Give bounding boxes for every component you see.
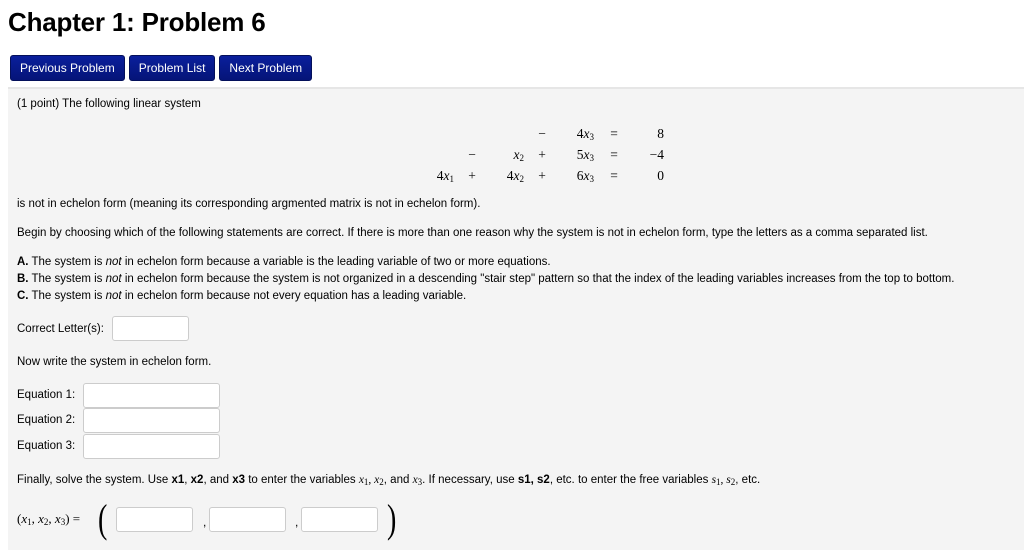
tuple-label: (x1, x2, x3) = [17,511,81,527]
page-title: Chapter 1: Problem 6 [8,7,266,37]
system-equation-row: − 4x3 = 8 [420,123,664,144]
problem-navigation: Previous Problem Problem List Next Probl… [10,55,313,81]
equation-1-label: Equation 1: [17,389,76,401]
term-x3: 6x3 [576,168,594,184]
option-c: C. The system is not in echelon form bec… [17,290,467,302]
solve-instructions: Finally, solve the system. Use x1, x2, a… [17,474,761,487]
problem-panel: (1 point) The following linear system −4… [8,87,1024,550]
equation-3-label: Equation 3: [17,440,76,452]
rhs-value: −4 [649,147,664,162]
comma-separator: , [203,515,207,529]
x1-answer-input[interactable] [116,507,193,532]
term-x3: 5x3 [576,147,594,163]
rhs-value: 8 [657,126,664,141]
term-x2 [490,123,524,144]
term-x1 [420,123,454,144]
problem-list-button[interactable]: Problem List [128,55,216,81]
operator: + [538,168,546,183]
term-x1: 4x1 [436,168,454,184]
next-problem-button[interactable]: Next Problem [219,55,313,81]
term-x1 [420,144,454,165]
system-equation-row: − x2 +5x3 = −4 [420,144,664,165]
linear-system: −4x3 = 8− x2 +5x3 = −4 4x1 +4x2 +6x3 = 0 [420,123,664,186]
operator: + [468,168,476,183]
equation-3-input[interactable] [83,434,220,459]
term-x3: 4x3 [576,126,594,142]
operator: + [538,147,546,162]
equals-sign: = [610,126,618,141]
x2-answer-input[interactable] [209,507,286,532]
not-echelon-text: is not in echelon form (meaning its corr… [17,198,481,210]
echelon-prompt: Now write the system in echelon form. [17,356,212,368]
term-x2: x2 [513,147,525,163]
instructions-text: Begin by choosing which of the following… [17,227,928,239]
option-b: B. The system is not in echelon form bec… [17,273,955,285]
correct-letters-label: Correct Letter(s): [17,323,104,335]
correct-letters-input[interactable] [112,316,189,341]
equation-2-input[interactable] [83,408,220,433]
equation-2-label: Equation 2: [17,414,76,426]
term-x2: 4x2 [506,168,524,184]
left-paren: ( [97,496,108,541]
operator: − [538,126,546,141]
problem-intro: (1 point) The following linear system [17,98,201,110]
equation-1-input[interactable] [83,383,220,408]
comma-separator: , [295,515,299,529]
option-a: A. The system is not in echelon form bec… [17,256,551,268]
previous-problem-button[interactable]: Previous Problem [10,55,125,81]
right-paren: ) [386,496,397,541]
system-equation-row: 4x1 +4x2 +6x3 = 0 [420,165,664,186]
equals-sign: = [610,147,618,162]
equals-sign: = [610,168,618,183]
rhs-value: 0 [657,168,664,183]
operator: − [468,147,476,162]
operator [454,123,490,144]
x3-answer-input[interactable] [301,507,378,532]
